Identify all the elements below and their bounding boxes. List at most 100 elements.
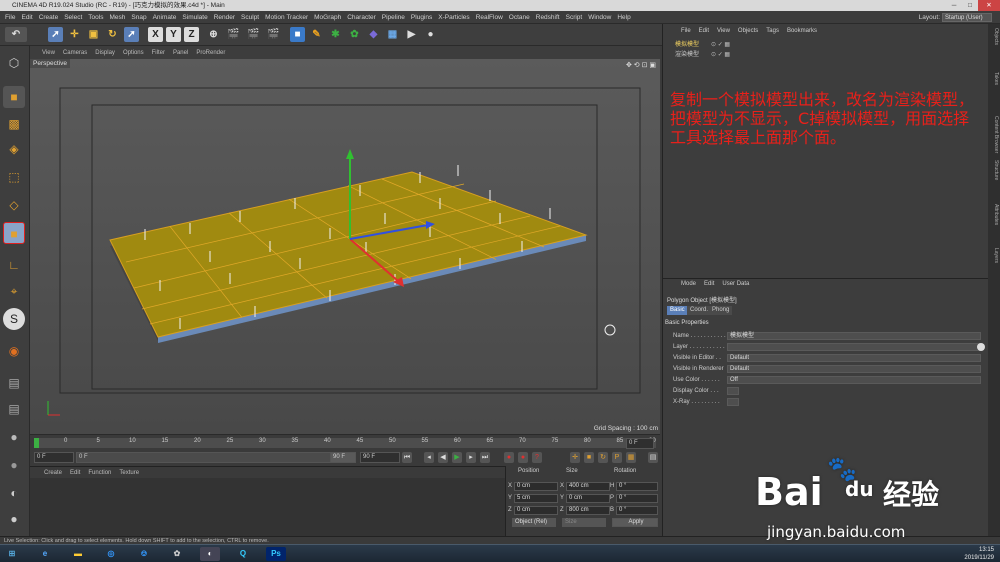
menu-item[interactable]: Select <box>61 14 85 21</box>
viewport-menu-item[interactable]: Options <box>119 50 148 56</box>
viewport-menu-item[interactable]: Display <box>91 50 119 56</box>
subdivision-icon[interactable]: ✱ <box>328 27 343 42</box>
right-tab[interactable]: Layers <box>989 248 999 263</box>
live-selection-icon[interactable]: ➚ <box>48 27 63 42</box>
menu-item[interactable]: Sculpt <box>238 14 262 21</box>
tweak-icon[interactable]: ⌖ <box>3 280 25 302</box>
viewport-menu-item[interactable]: Panel <box>169 50 192 56</box>
app-icon[interactable]: ✿ <box>167 547 187 561</box>
apply-button[interactable]: Apply <box>612 518 658 527</box>
workplane-icon[interactable]: ◈ <box>3 138 25 160</box>
rotation-field[interactable]: 0 ° <box>616 482 658 491</box>
camera-icon[interactable]: ▶ <box>404 27 419 42</box>
position-field[interactable]: 0 cm <box>514 482 558 491</box>
object-menu-item[interactable]: Objects <box>734 28 762 38</box>
material-menu-item[interactable]: Edit <box>66 470 84 476</box>
menu-item[interactable]: Help <box>614 14 633 21</box>
right-tab[interactable]: Structure <box>989 160 999 180</box>
size-mode-select[interactable]: Size <box>562 518 606 527</box>
menu-item[interactable]: Character <box>344 14 379 21</box>
layout-select[interactable]: Startup (User) <box>942 13 992 22</box>
qq-icon[interactable]: Q <box>233 547 253 561</box>
rotation-field[interactable]: 0 ° <box>616 494 658 503</box>
attribute-menu-item[interactable]: Mode <box>677 281 700 290</box>
key-position-icon[interactable]: ✛ <box>570 452 580 463</box>
object-menu-item[interactable]: Bookmarks <box>783 28 821 38</box>
edges-mode-icon[interactable]: ◇ <box>3 194 25 216</box>
scale-icon[interactable]: ▣ <box>86 27 101 42</box>
size-field[interactable]: 0 cm <box>566 494 610 503</box>
menu-item[interactable]: Mesh <box>106 14 128 21</box>
attribute-field[interactable]: Off <box>727 376 981 384</box>
light-icon[interactable]: ● <box>423 27 438 42</box>
menu-item[interactable]: Octane <box>506 14 533 21</box>
start-frame-field[interactable]: 0 F <box>34 452 74 463</box>
object-menu-item[interactable]: Tags <box>762 28 783 38</box>
keyframe-selection-icon[interactable]: ? <box>532 452 542 463</box>
sphere-material-icon-3[interactable]: ◐ <box>3 482 25 504</box>
menu-item[interactable]: Render <box>211 14 238 21</box>
position-field[interactable]: 5 cm <box>514 494 558 503</box>
position-field[interactable]: 0 cm <box>514 506 558 515</box>
menu-item[interactable]: Pipeline <box>379 14 408 21</box>
object-row-sim[interactable]: 模拟模型 <box>665 40 745 50</box>
frame-range-slider[interactable]: 0 F <box>76 452 356 463</box>
step-back-icon[interactable]: ◂ <box>424 452 434 463</box>
z-axis-lock[interactable]: Z <box>184 27 199 42</box>
material-menu-item[interactable]: Function <box>84 470 115 476</box>
menu-item[interactable]: Snap <box>128 14 149 21</box>
texture-mode-icon[interactable]: ▩ <box>3 113 25 135</box>
cube-icon[interactable]: ■ <box>290 27 305 42</box>
menu-item[interactable]: File <box>2 14 18 21</box>
sphere-material-icon-2[interactable]: ● <box>3 454 25 476</box>
viewport-menu-item[interactable]: View <box>38 50 59 56</box>
viewport-menu-item[interactable]: Cameras <box>59 50 91 56</box>
step-forward-icon[interactable]: ▸ <box>466 452 476 463</box>
menu-item[interactable]: RealFlow <box>473 14 506 21</box>
x-axis-lock[interactable]: X <box>148 27 163 42</box>
deformer-icon[interactable]: ◆ <box>366 27 381 42</box>
browser-icon[interactable]: ◎ <box>101 547 121 561</box>
snap-icon[interactable]: ◉ <box>3 340 25 362</box>
viewport-menu-item[interactable]: ProRender <box>192 50 229 56</box>
make-editable-icon[interactable]: ⬡ <box>3 52 25 74</box>
object-row-render[interactable]: 渲染模型 <box>665 50 745 60</box>
object-flags-icon[interactable]: ⊙ ✓ ▦ <box>711 51 730 58</box>
attribute-menu-item[interactable]: User Data <box>718 281 753 290</box>
move-icon[interactable]: ✛ <box>67 27 82 42</box>
size-field[interactable]: 800 cm <box>566 506 610 515</box>
coordinate-system-icon[interactable]: ⊕ <box>206 27 221 42</box>
floor-icon[interactable]: ▦ <box>385 27 400 42</box>
key-pla-icon[interactable]: ▦ <box>626 452 636 463</box>
rotation-field[interactable]: 0 ° <box>616 506 658 515</box>
polygons-mode-icon[interactable]: ■ <box>3 222 25 244</box>
photoshop-icon[interactable]: Ps <box>266 547 286 561</box>
rotate-icon[interactable]: ↻ <box>105 27 120 42</box>
end-frame-field[interactable]: 90 F <box>360 452 400 463</box>
close-button[interactable]: ✕ <box>978 0 1000 11</box>
model-mode-icon[interactable]: ■ <box>3 86 25 108</box>
menu-item[interactable]: Plugins <box>408 14 435 21</box>
menu-item[interactable]: X-Particles <box>435 14 472 21</box>
tab-basic[interactable]: Basic <box>667 306 688 315</box>
attribute-field[interactable] <box>727 398 739 406</box>
playhead[interactable] <box>34 438 39 448</box>
object-menu-item[interactable]: Edit <box>695 28 713 38</box>
key-scale-icon[interactable]: ■ <box>584 452 594 463</box>
tab-coord[interactable]: Coord. <box>687 306 712 315</box>
explorer-icon[interactable]: ▬ <box>68 547 88 561</box>
start-button-icon[interactable]: ⊞ <box>2 547 22 561</box>
cloner-icon[interactable]: ✿ <box>347 27 362 42</box>
menu-item[interactable]: Tools <box>85 14 106 21</box>
go-to-start-icon[interactable]: ⏮ <box>402 452 412 463</box>
right-tab[interactable]: Attributes <box>989 204 999 225</box>
key-rotation-icon[interactable]: ↻ <box>598 452 608 463</box>
tab-phong[interactable]: Phong <box>709 306 733 315</box>
menu-item[interactable]: Script <box>563 14 586 21</box>
last-tool-icon[interactable]: ➚ <box>124 27 139 42</box>
layer-picker-icon[interactable] <box>977 343 985 351</box>
timeline-ruler[interactable]: 051015202530354045505560657075808590 <box>34 438 656 448</box>
attribute-field[interactable]: Default <box>727 365 981 373</box>
render-settings-icon[interactable]: 🎬 <box>266 27 281 42</box>
c4d-browser-icon[interactable]: ⎊ <box>134 547 154 561</box>
